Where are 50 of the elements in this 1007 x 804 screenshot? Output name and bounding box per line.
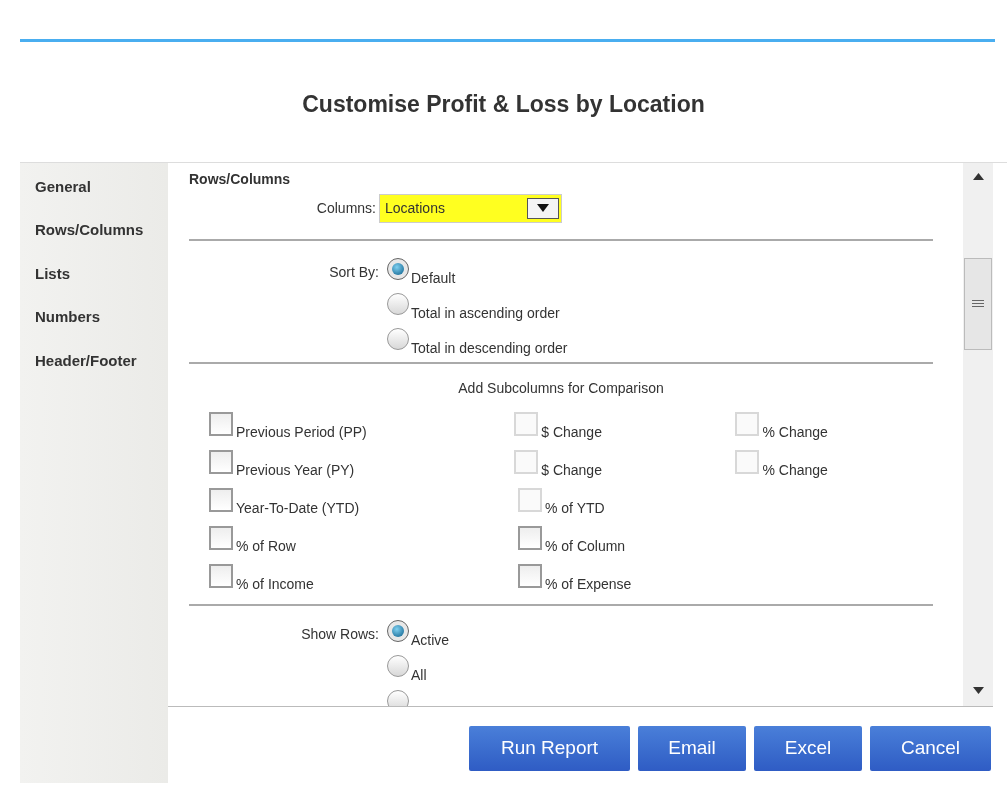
section-heading: Add Subcolumns for Comparison [458,379,664,396]
radio-button[interactable] [387,654,409,677]
radio-label: Default [411,270,456,285]
radio-label: All [411,667,427,682]
checkbox-label: $ Change [541,424,602,439]
checkbox-label: % of Expense [545,576,632,591]
checkbox-label: % Change [762,424,828,439]
radio-label: Total in ascending order [411,305,560,320]
checkbox[interactable] [209,563,233,588]
radio-button[interactable] [387,292,409,315]
radio-label: Total in descending order [411,340,568,355]
checkbox-label: $ Change [541,462,602,477]
sidebar-item[interactable]: Lists [35,262,70,285]
scroll-down-icon[interactable] [972,686,984,694]
dialog-title: Customise Profit & Loss by Location [302,90,705,119]
scrollbar[interactable] [963,162,993,706]
checkbox[interactable] [518,563,542,588]
sidebar-item[interactable]: Numbers [35,306,101,329]
checkbox[interactable] [518,525,542,550]
checkbox-label: % of Column [545,538,626,553]
checkbox-label: Year-To-Date (YTD) [236,500,360,515]
radio-button[interactable] [387,257,409,280]
checkbox-label: Previous Year (PY) [236,462,355,477]
sidebar-item[interactable]: Rows/Columns [35,219,144,242]
field-label: Show Rows: [301,625,379,642]
sidebar-item[interactable]: General [35,175,91,198]
field-label: Columns: [316,200,376,216]
checkbox[interactable] [209,525,233,550]
scroll-up-icon[interactable] [972,172,984,180]
checkbox[interactable] [209,411,233,436]
checkbox-label: % of Row [236,538,296,553]
checkbox[interactable] [209,487,233,512]
section-title: Rows/Columns [189,169,291,189]
radio-button[interactable] [387,327,409,350]
checkbox-label: Previous Period (PP) [236,424,367,439]
dialog-button[interactable]: Run Report [469,725,630,771]
dialog-button[interactable]: Email [638,725,746,771]
checkbox[interactable] [209,449,233,474]
radio-button[interactable] [387,619,409,642]
dialog-button[interactable]: Cancel [870,725,991,771]
sidebar-item[interactable]: Header/Footer [35,349,137,372]
checkbox-label: % of Income [236,576,314,591]
radio-label: Active [411,632,450,647]
scrollbar-thumb[interactable] [964,257,992,350]
field-label: Sort By: [329,263,379,280]
checkbox-label: % Change [762,462,828,477]
dialog-button[interactable]: Excel [754,725,862,771]
columns-dropdown[interactable]: Locations [379,193,562,223]
radio-button[interactable] [387,689,409,706]
checkbox-label: % of YTD [545,500,605,515]
